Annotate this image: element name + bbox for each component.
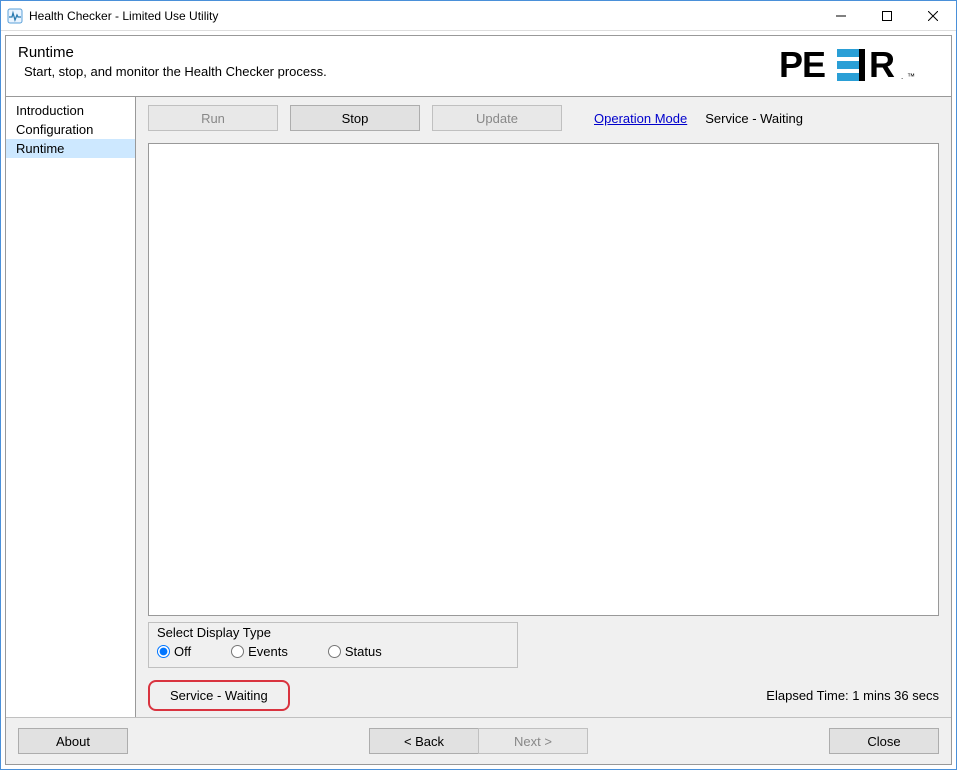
- display-type-label: Select Display Type: [157, 625, 509, 640]
- bottom-bar: About < Back Next > Close: [6, 717, 951, 764]
- window-title: Health Checker - Limited Use Utility: [29, 9, 818, 23]
- svg-text:™: ™: [907, 72, 915, 81]
- next-button[interactable]: Next >: [478, 728, 588, 754]
- service-status-highlight: Service - Waiting: [148, 680, 290, 711]
- svg-text:R: R: [869, 45, 895, 85]
- main-pane: Run Stop Update Operation Mode Service -…: [136, 97, 951, 717]
- app-icon: [7, 8, 23, 24]
- close-wizard-button[interactable]: Close: [829, 728, 939, 754]
- titlebar: Health Checker - Limited Use Utility: [1, 1, 956, 31]
- page-subtitle: Start, stop, and monitor the Health Chec…: [18, 64, 779, 79]
- svg-text:PE: PE: [779, 45, 825, 85]
- maximize-button[interactable]: [864, 1, 910, 30]
- radio-off[interactable]: Off: [157, 644, 191, 659]
- wizard-frame: Runtime Start, stop, and monitor the Hea…: [5, 35, 952, 765]
- sidebar-item-runtime[interactable]: Runtime: [6, 139, 135, 158]
- toolbar: Run Stop Update Operation Mode Service -…: [136, 97, 951, 137]
- radio-status[interactable]: Status: [328, 644, 382, 659]
- display-type-group: Select Display Type Off Events Status: [148, 622, 518, 668]
- header-text: Runtime Start, stop, and monitor the Hea…: [18, 44, 779, 79]
- window-controls: [818, 1, 956, 30]
- svg-text:.: .: [901, 72, 903, 81]
- radio-events-input[interactable]: [231, 645, 244, 658]
- radio-status-label: Status: [345, 644, 382, 659]
- status-strip: Service - Waiting Elapsed Time: 1 mins 3…: [136, 674, 951, 717]
- display-type-options: Off Events Status: [157, 644, 509, 659]
- page-title: Runtime: [18, 44, 779, 61]
- radio-off-label: Off: [174, 644, 191, 659]
- elapsed-time: Elapsed Time: 1 mins 36 secs: [766, 688, 939, 703]
- close-button[interactable]: [910, 1, 956, 30]
- body-row: Introduction Configuration Runtime Run S…: [6, 97, 951, 717]
- header-section: Runtime Start, stop, and monitor the Hea…: [6, 36, 951, 97]
- radio-off-input[interactable]: [157, 645, 170, 658]
- run-button[interactable]: Run: [148, 105, 278, 131]
- operation-mode-value: Service - Waiting: [705, 111, 803, 126]
- output-textarea[interactable]: [148, 143, 939, 616]
- nav-buttons: < Back Next >: [369, 728, 588, 754]
- radio-status-input[interactable]: [328, 645, 341, 658]
- radio-events[interactable]: Events: [231, 644, 288, 659]
- sidebar-item-introduction[interactable]: Introduction: [6, 101, 135, 120]
- operation-mode-link[interactable]: Operation Mode: [594, 111, 687, 126]
- sidebar: Introduction Configuration Runtime: [6, 97, 136, 717]
- about-button[interactable]: About: [18, 728, 128, 754]
- radio-events-label: Events: [248, 644, 288, 659]
- peer-logo: PE R . ™: [779, 44, 939, 86]
- stop-button[interactable]: Stop: [290, 105, 420, 131]
- sidebar-item-configuration[interactable]: Configuration: [6, 120, 135, 139]
- minimize-button[interactable]: [818, 1, 864, 30]
- update-button[interactable]: Update: [432, 105, 562, 131]
- app-window: Health Checker - Limited Use Utility Run…: [0, 0, 957, 770]
- back-button[interactable]: < Back: [369, 728, 479, 754]
